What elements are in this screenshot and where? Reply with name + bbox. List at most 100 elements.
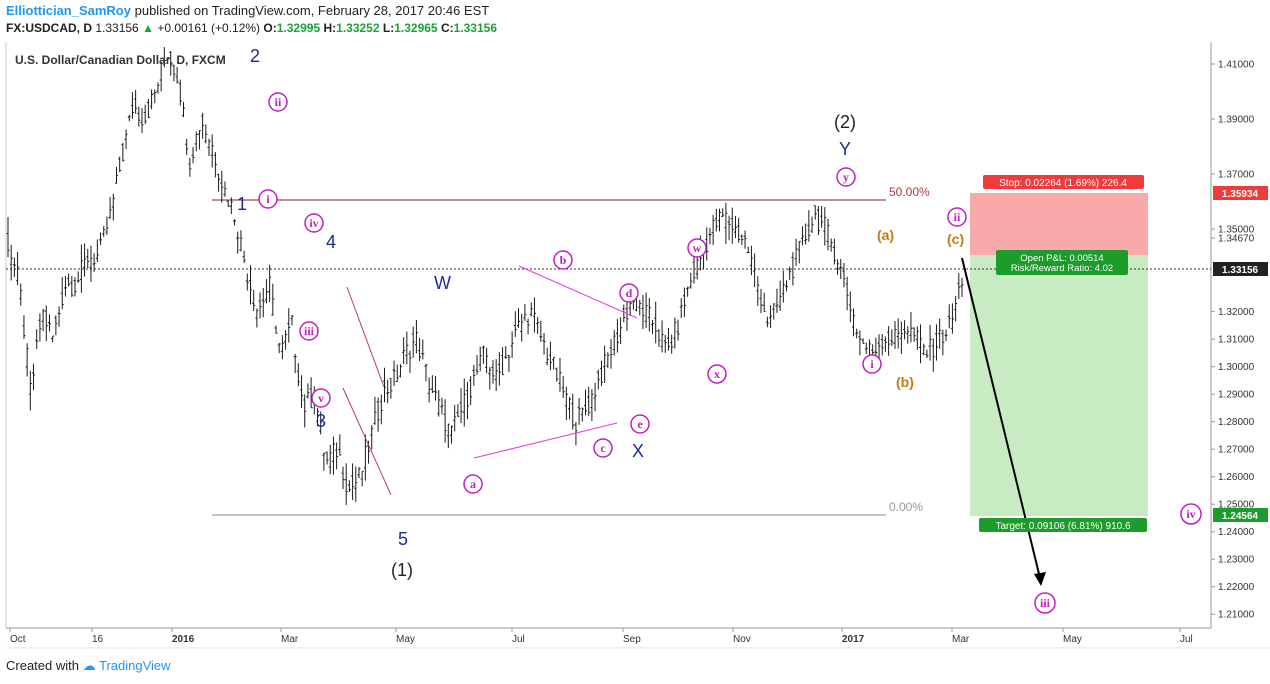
- x-tick-label: Jul: [1180, 634, 1193, 645]
- ohlc-bar: [561, 376, 565, 398]
- fib-0-label: 0.00%: [889, 500, 923, 514]
- ohlc-bar: [73, 277, 77, 297]
- ohlc-bar: [899, 321, 903, 354]
- ohlc-bar: [118, 156, 122, 172]
- ohlc-bar: [370, 425, 374, 450]
- circ-i-left: i: [258, 189, 278, 209]
- stop-price-tag-text: 1.35934: [1222, 189, 1259, 200]
- ohlc-bar: [47, 314, 51, 332]
- ohlc-bar: [63, 275, 67, 297]
- ohlc-bar: [593, 382, 597, 412]
- ohlc-bar: [6, 217, 10, 258]
- ohlc-bar: [721, 208, 725, 218]
- ohlc-bar: [896, 318, 900, 349]
- ohlc-bar: [194, 131, 198, 152]
- circ-ii-top: ii: [268, 92, 288, 112]
- target-box-text: Target: 0.09106 (6.81%) 910.6: [995, 521, 1131, 532]
- ohlc-bar: [826, 218, 830, 251]
- ohlc-bar: [338, 434, 342, 456]
- ohlc-bar: [456, 404, 460, 417]
- ohlc-bar: [890, 329, 894, 346]
- ohlc-bar: [497, 352, 501, 386]
- x-tick-label: May: [396, 634, 415, 645]
- ohlc-bar: [504, 346, 508, 359]
- ohlc-bar: [395, 364, 399, 383]
- x-tick-label: 2016: [172, 634, 195, 645]
- ohlc-bar: [236, 231, 240, 254]
- ohlc-bar: [335, 442, 339, 470]
- ohlc-bar: [156, 82, 160, 94]
- time-axis-ticks: Oct 16 2016 Mar May Jul Sep Nov 2017 Mar May Jul: [9, 628, 1193, 645]
- ohlc-bar: [950, 303, 954, 334]
- ohlc-bar: [472, 365, 476, 386]
- ohlc-bar: [599, 360, 603, 387]
- ohlc-bar: [351, 463, 355, 501]
- ohlc-bar: [481, 345, 485, 364]
- ohlc-bar: [105, 216, 109, 235]
- price-chart[interactable]: 50.00% 0.00% U.S. Dollar/Canadian Dollar…: [0, 0, 1270, 684]
- ohlc-bar: [769, 305, 773, 328]
- ohlc-bar: [660, 320, 664, 353]
- circ-iv-left: iv: [304, 213, 324, 233]
- stop-zone: [970, 193, 1148, 255]
- ohlc-bar: [727, 215, 731, 241]
- arrow-head-icon: [1034, 572, 1046, 586]
- ohlc-bar: [35, 329, 39, 349]
- ohlc-bar: [753, 253, 757, 288]
- ohlc-bar: [651, 319, 655, 334]
- ohlc-bar: [765, 316, 769, 328]
- ohlc-bar: [526, 318, 530, 335]
- ohlc-bar: [220, 170, 224, 203]
- x-tick-label: Oct: [10, 634, 26, 645]
- ohlc-bar: [580, 407, 584, 422]
- ohlc-bar: [322, 452, 326, 471]
- ohlc-bar: [845, 276, 849, 311]
- ohlc-bar: [223, 181, 227, 197]
- wave-Y-label: Y: [839, 139, 851, 159]
- ohlc-bar: [12, 257, 16, 278]
- ohlc-bar: [568, 396, 572, 420]
- ohlc-bar: [459, 388, 463, 424]
- x-tick-label: May: [1063, 634, 1082, 645]
- ohlc-bar: [95, 239, 99, 263]
- ohlc-bar: [887, 326, 891, 356]
- ohlc-bar: [60, 276, 64, 310]
- y-tick-label: 1.41000: [1218, 60, 1255, 71]
- ohlc-bar: [70, 275, 74, 297]
- ohlc-bar: [756, 276, 760, 306]
- ohlc-bar: [306, 383, 310, 399]
- wave-1-label: 1: [237, 194, 247, 214]
- ohlc-bar: [584, 389, 588, 416]
- y-tick-label: 1.28000: [1218, 417, 1255, 428]
- ohlc-bar: [469, 376, 473, 406]
- svg-text:w: w: [693, 241, 702, 255]
- ohlc-bar: [446, 423, 450, 449]
- ohlc-bar: [19, 283, 23, 306]
- ohlc-bar: [188, 157, 192, 177]
- wave-4-label: 4: [326, 232, 336, 252]
- ohlc-bar: [300, 375, 304, 409]
- brown-c-label: (c): [947, 231, 964, 247]
- svg-text:ii: ii: [275, 95, 282, 109]
- circ-y: y: [836, 167, 856, 187]
- ohlc-bar: [711, 214, 715, 246]
- tradingview-link[interactable]: TradingView: [99, 658, 171, 673]
- ohlc-bar: [813, 205, 817, 220]
- ohlc-bar: [794, 238, 798, 266]
- ohlc-bar: [185, 138, 189, 156]
- ohlc-bar: [880, 334, 884, 356]
- ohlc-bar: [730, 207, 734, 244]
- ohlc-bar: [111, 193, 115, 221]
- ohlc-bar: [328, 444, 332, 475]
- y-tick-label: 1.39000: [1218, 115, 1255, 126]
- ohlc-bar: [376, 397, 380, 432]
- ohlc-bar: [938, 318, 942, 349]
- ohlc-bar: [915, 326, 919, 350]
- ohlc-bar: [44, 305, 48, 342]
- ohlc-bar: [737, 217, 741, 243]
- ohlc-bar: [603, 345, 607, 384]
- ohlc-bar: [408, 350, 412, 373]
- wedge-upper-line: [346, 286, 385, 388]
- ohlc-bar: [175, 66, 179, 84]
- circ-a: a: [463, 474, 483, 494]
